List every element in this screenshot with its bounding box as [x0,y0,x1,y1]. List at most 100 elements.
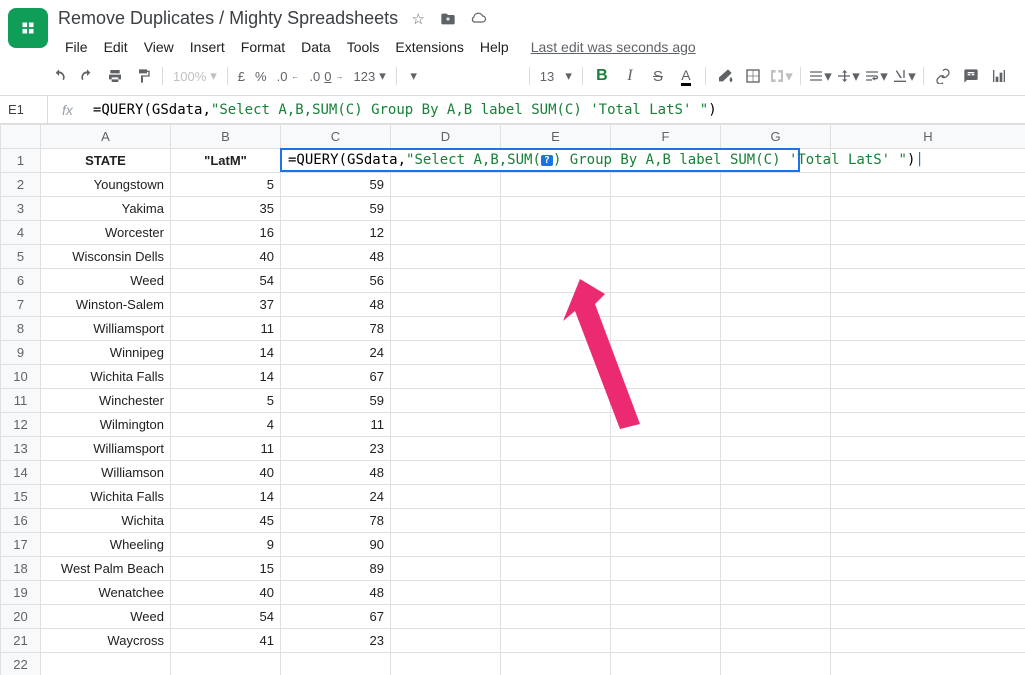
cell[interactable]: 35 [171,197,281,221]
menu-file[interactable]: File [58,35,95,59]
col-header-e[interactable]: E [501,125,611,149]
cell[interactable] [501,365,611,389]
cell[interactable]: 89 [281,557,391,581]
cell[interactable]: Wenatchee [41,581,171,605]
cell[interactable]: "LatM" [171,149,281,173]
menu-edit[interactable]: Edit [97,35,135,59]
link-button[interactable] [930,63,956,89]
cell[interactable] [501,341,611,365]
cell[interactable]: 59 [281,197,391,221]
cell[interactable] [831,461,1025,485]
cell[interactable] [391,557,501,581]
cell[interactable] [831,317,1025,341]
cell[interactable] [391,341,501,365]
row-header[interactable]: 15 [1,485,41,509]
cell[interactable] [611,221,721,245]
row-header[interactable]: 5 [1,245,41,269]
cell[interactable] [831,509,1025,533]
cell[interactable] [611,461,721,485]
more-formats-button[interactable]: 123▾ [350,68,390,84]
cell[interactable] [721,605,831,629]
rotate-button[interactable]: ▾ [891,63,917,89]
col-header-c[interactable]: C [281,125,391,149]
cell[interactable]: 24 [281,485,391,509]
wrap-button[interactable]: ▾ [863,63,889,89]
cell[interactable]: 48 [281,581,391,605]
font-select[interactable]: ▾ [403,68,523,84]
cell[interactable]: Wichita Falls [41,485,171,509]
cell[interactable] [501,221,611,245]
cell[interactable] [611,293,721,317]
cell[interactable]: Waycross [41,629,171,653]
cell[interactable]: Wisconsin Dells [41,245,171,269]
menu-help[interactable]: Help [473,35,516,59]
cell[interactable]: Worcester [41,221,171,245]
row-header[interactable]: 17 [1,533,41,557]
row-header[interactable]: 7 [1,293,41,317]
cell[interactable] [721,581,831,605]
row-header[interactable]: 1 [1,149,41,173]
cell[interactable]: Wichita Falls [41,365,171,389]
cell[interactable] [391,389,501,413]
cell[interactable] [721,293,831,317]
menu-extensions[interactable]: Extensions [388,35,470,59]
cell[interactable] [611,509,721,533]
borders-button[interactable] [740,63,766,89]
cell[interactable] [831,221,1025,245]
row-header[interactable]: 20 [1,605,41,629]
cell[interactable]: Williamsport [41,437,171,461]
cell[interactable] [721,653,831,675]
cell[interactable] [391,461,501,485]
cell[interactable] [171,653,281,675]
row-header[interactable]: 9 [1,341,41,365]
cell[interactable] [721,197,831,221]
cell[interactable]: 23 [281,437,391,461]
cell[interactable] [501,413,611,437]
font-size-select[interactable]: 13 ▾ [536,68,576,84]
cell[interactable] [831,269,1025,293]
cell[interactable]: 9 [171,533,281,557]
cell[interactable] [501,173,611,197]
cell[interactable]: Wichita [41,509,171,533]
cell[interactable] [831,293,1025,317]
cell[interactable] [831,581,1025,605]
menu-tools[interactable]: Tools [340,35,387,59]
cell[interactable]: 12 [281,221,391,245]
cell[interactable] [391,293,501,317]
cell[interactable] [721,485,831,509]
cell[interactable] [391,485,501,509]
cell[interactable]: Williamson [41,461,171,485]
halign-button[interactable]: ▾ [807,63,833,89]
star-icon[interactable]: ☆ [408,9,428,29]
cell[interactable] [611,485,721,509]
row-header[interactable]: 2 [1,173,41,197]
cell[interactable] [831,173,1025,197]
row-header[interactable]: 3 [1,197,41,221]
cell[interactable] [831,605,1025,629]
cell[interactable]: Wilmington [41,413,171,437]
cell[interactable] [721,389,831,413]
cell[interactable] [501,581,611,605]
cell[interactable] [611,557,721,581]
cell[interactable] [831,629,1025,653]
cell[interactable] [611,533,721,557]
row-header[interactable]: 10 [1,365,41,389]
cell-editor[interactable]: =QUERY(GSdata,"Select A,B,SUM(?) Group B… [280,148,800,172]
cell[interactable]: 15 [171,557,281,581]
cell[interactable]: 48 [281,461,391,485]
formula-input[interactable]: =QUERY(GSdata,"Select A,B,SUM(C) Group B… [87,102,1025,118]
cell[interactable]: 54 [171,605,281,629]
cell[interactable] [611,245,721,269]
cell[interactable] [391,317,501,341]
cell[interactable]: Weed [41,605,171,629]
cell[interactable] [501,269,611,293]
menu-format[interactable]: Format [234,35,292,59]
cell[interactable]: 11 [171,317,281,341]
cell[interactable] [391,581,501,605]
cell[interactable] [501,509,611,533]
cell[interactable] [721,629,831,653]
last-edit-link[interactable]: Last edit was seconds ago [524,35,703,59]
cell[interactable]: 48 [281,293,391,317]
cell[interactable] [391,365,501,389]
cell[interactable] [501,389,611,413]
